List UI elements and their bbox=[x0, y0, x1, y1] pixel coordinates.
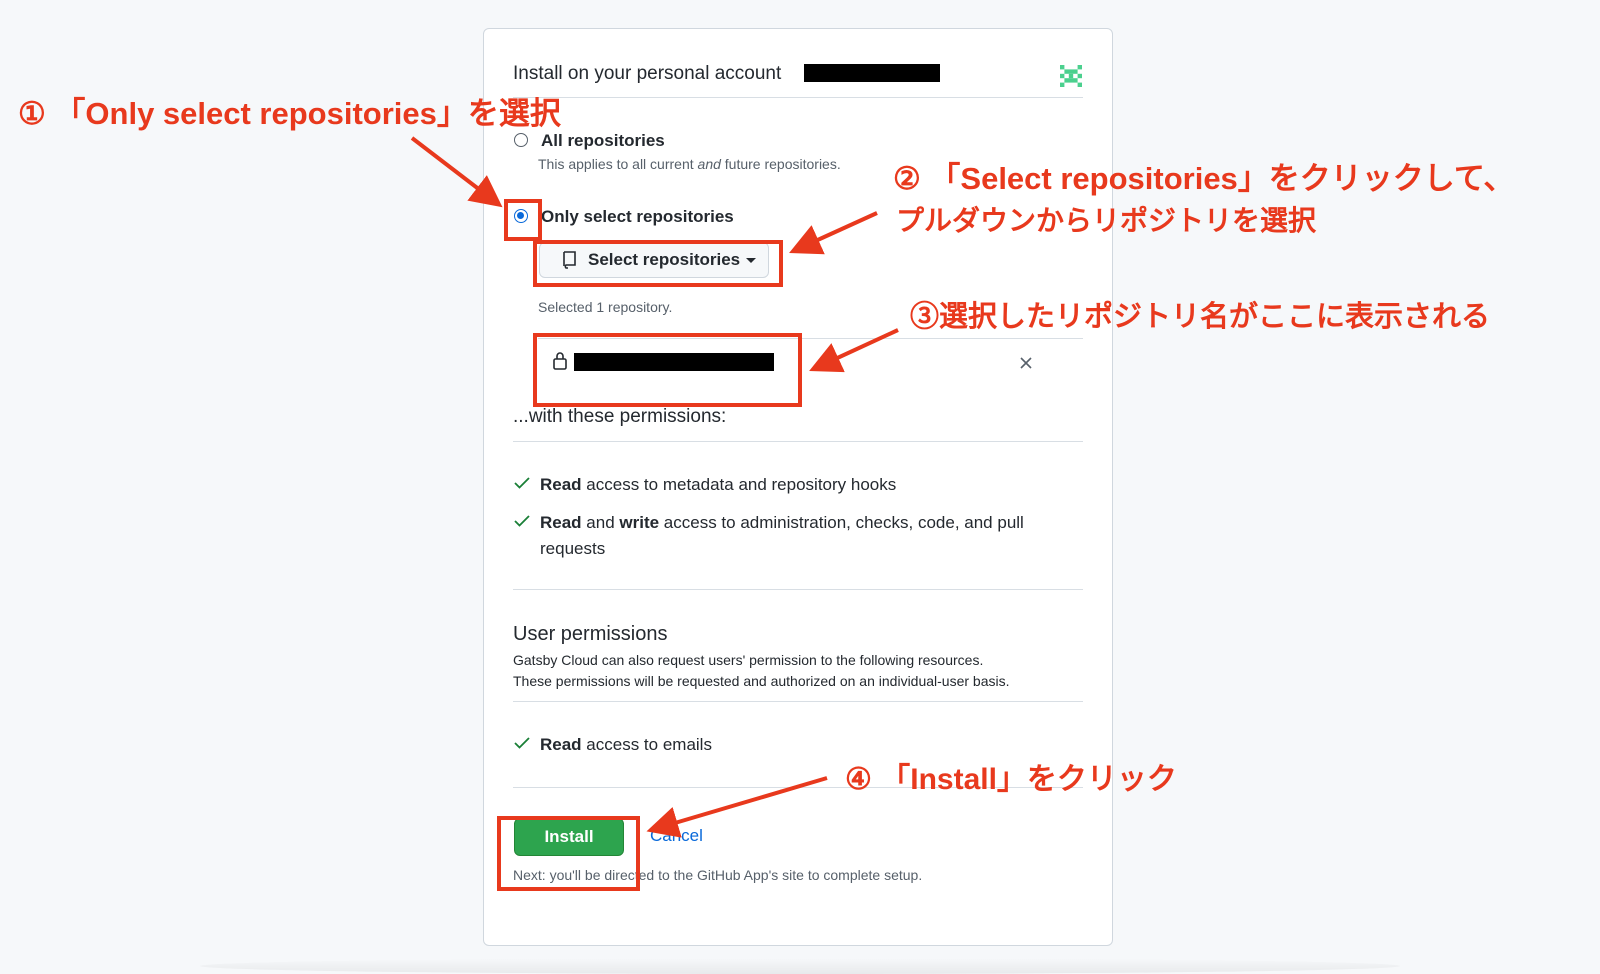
arrow-step-3 bbox=[809, 328, 899, 373]
arrow-step-4 bbox=[646, 776, 828, 838]
arrow-step-1 bbox=[410, 136, 503, 208]
arrow-step-2 bbox=[789, 211, 878, 255]
annotation-arrows bbox=[410, 136, 899, 838]
